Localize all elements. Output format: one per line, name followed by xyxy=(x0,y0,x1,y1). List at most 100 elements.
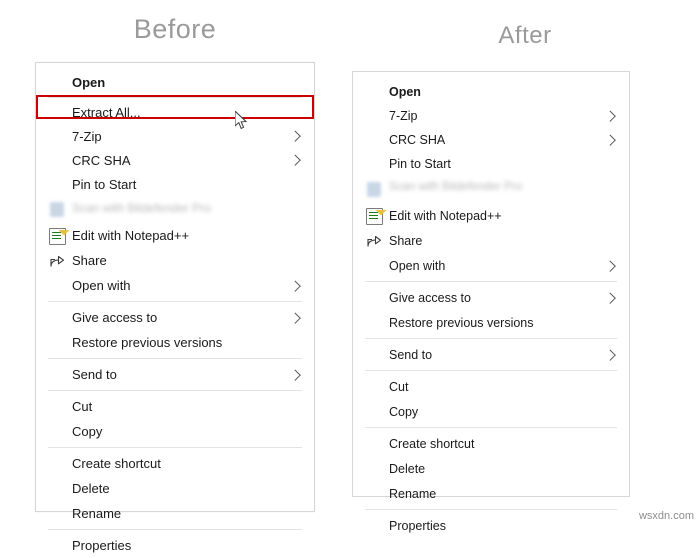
menu-item-label: 7-Zip xyxy=(389,109,418,123)
chevron-right-icon xyxy=(604,134,616,146)
chevron-right-icon xyxy=(289,369,301,381)
menu-item-label: Open xyxy=(389,85,421,99)
menu-item-label: Extract All... xyxy=(72,104,141,120)
menu-item-label: Edit with Notepad++ xyxy=(389,208,502,223)
menu-item-label: Share xyxy=(389,233,423,248)
menu-item-label: Scan with Bitdefender Pro xyxy=(389,181,522,193)
menu-item-label: Open with xyxy=(72,278,131,293)
menu-item-restore-previous-versions[interactable]: Restore previous versions xyxy=(36,330,314,355)
share-icon xyxy=(365,232,383,250)
menu-item-label: CRC SHA xyxy=(389,133,446,147)
menu-separator xyxy=(365,281,617,282)
menu-separator xyxy=(48,97,302,98)
menu-item-label: Rename xyxy=(389,486,437,501)
chevron-right-icon xyxy=(289,130,301,142)
menu-item-label: Create shortcut xyxy=(72,456,161,471)
menu-item-label: Open with xyxy=(389,258,446,273)
watermark: wsxdn.com xyxy=(638,510,694,522)
share-icon xyxy=(48,252,66,270)
menu-item-edit-with-notepad[interactable]: Edit with Notepad++ xyxy=(36,223,314,248)
menu-item-extract-all[interactable]: Extract All... xyxy=(36,100,314,124)
menu-item-label: Copy xyxy=(389,404,419,419)
menu-item-label: Properties xyxy=(72,538,132,553)
menu-item-label: Send to xyxy=(72,367,117,382)
menu-item-open-with[interactable]: Open with xyxy=(353,253,629,278)
chevron-right-icon xyxy=(289,280,301,292)
menu-item-cut[interactable]: Cut xyxy=(36,394,314,419)
menu-separator xyxy=(365,370,617,371)
menu-item-label: CRC SHA xyxy=(72,152,131,168)
menu-separator xyxy=(48,529,302,530)
menu-item-open-with[interactable]: Open with xyxy=(36,273,314,298)
menu-item-pin-to-start[interactable]: Pin to Start xyxy=(36,172,314,196)
menu-item-crc-sha[interactable]: CRC SHA xyxy=(36,148,314,172)
menu-item-label: Create shortcut xyxy=(389,436,475,451)
chevron-right-icon xyxy=(604,292,616,304)
menu-separator xyxy=(48,390,302,391)
menu-item-open[interactable]: Open xyxy=(353,80,629,104)
menu-item-label: Edit with Notepad++ xyxy=(72,228,190,243)
menu-item-rename[interactable]: Rename xyxy=(36,501,314,526)
menu-item-label: Delete xyxy=(72,481,110,496)
menu-item-label: Scan with Bitdefender Pro xyxy=(72,201,211,215)
menu-item-delete[interactable]: Delete xyxy=(36,476,314,501)
menu-item-7zip[interactable]: 7-Zip xyxy=(36,124,314,148)
menu-item-copy[interactable]: Copy xyxy=(36,419,314,444)
menu-item-edit-with-notepad[interactable]: Edit with Notepad++ xyxy=(353,203,629,228)
menu-item-label: Pin to Start xyxy=(72,176,137,192)
menu-item-properties[interactable]: Properties xyxy=(36,533,314,558)
shield-icon xyxy=(365,180,383,198)
menu-item-cut[interactable]: Cut xyxy=(353,374,629,399)
menu-separator xyxy=(48,358,302,359)
menu-item-label: Give access to xyxy=(72,310,158,325)
menu-item-label: Give access to xyxy=(389,290,471,305)
menu-item-give-access-to[interactable]: Give access to xyxy=(353,285,629,310)
menu-item-label: Restore previous versions xyxy=(72,335,223,350)
menu-item-pin-to-start[interactable]: Pin to Start xyxy=(353,152,629,176)
menu-item-share[interactable]: Share xyxy=(36,248,314,273)
menu-item-label: Rename xyxy=(72,506,122,521)
shield-icon xyxy=(48,200,66,218)
chevron-right-icon xyxy=(604,260,616,272)
menu-item-label: Copy xyxy=(72,424,103,439)
menu-item-give-access-to[interactable]: Give access to xyxy=(36,305,314,330)
menu-item-restore-previous-versions[interactable]: Restore previous versions xyxy=(353,310,629,335)
menu-item-send-to[interactable]: Send to xyxy=(353,342,629,367)
menu-item-label: Cut xyxy=(389,379,409,394)
menu-item-rename[interactable]: Rename xyxy=(353,481,629,506)
menu-item-copy[interactable]: Copy xyxy=(353,399,629,424)
heading-before: Before xyxy=(133,14,217,44)
mouse-cursor xyxy=(235,111,248,130)
menu-item-label: Share xyxy=(72,253,107,268)
menu-separator xyxy=(365,427,617,428)
menu-item-label: Cut xyxy=(72,399,93,414)
menu-item-7zip[interactable]: 7-Zip xyxy=(353,104,629,128)
chevron-right-icon xyxy=(289,154,301,166)
menu-separator xyxy=(365,338,617,339)
context-menu-before[interactable]: Open Extract All... 7-Zip CRC SHA Pin to… xyxy=(35,62,315,553)
menu-item-label: Restore previous versions xyxy=(389,315,534,330)
notepad-icon xyxy=(48,227,66,245)
menu-item-send-to[interactable]: Send to xyxy=(36,362,314,387)
menu-item-create-shortcut[interactable]: Create shortcut xyxy=(36,451,314,476)
menu-item-label: Open xyxy=(72,74,106,90)
menu-item-scan-antivirus[interactable]: Scan with Bitdefender Pro xyxy=(353,176,629,202)
chevron-right-icon xyxy=(289,312,301,324)
chevron-right-icon xyxy=(604,349,616,361)
menu-item-label: 7-Zip xyxy=(72,128,102,144)
chevron-right-icon xyxy=(604,110,616,122)
menu-item-delete[interactable]: Delete xyxy=(353,456,629,481)
menu-item-label: Properties xyxy=(389,518,446,533)
heading-after: After xyxy=(498,22,552,49)
menu-item-crc-sha[interactable]: CRC SHA xyxy=(353,128,629,152)
menu-separator xyxy=(48,447,302,448)
menu-separator xyxy=(48,301,302,302)
menu-item-scan-antivirus[interactable]: Scan with Bitdefender Pro xyxy=(36,196,314,222)
menu-item-label: Send to xyxy=(389,347,433,362)
menu-item-share[interactable]: Share xyxy=(353,228,629,253)
menu-item-open[interactable]: Open xyxy=(36,69,314,95)
context-menu-after[interactable]: Open 7-Zip CRC SHA Pin to Start Scan wit… xyxy=(352,71,630,533)
menu-item-properties[interactable]: Properties xyxy=(353,513,629,538)
menu-item-create-shortcut[interactable]: Create shortcut xyxy=(353,431,629,456)
notepad-icon xyxy=(365,207,383,225)
